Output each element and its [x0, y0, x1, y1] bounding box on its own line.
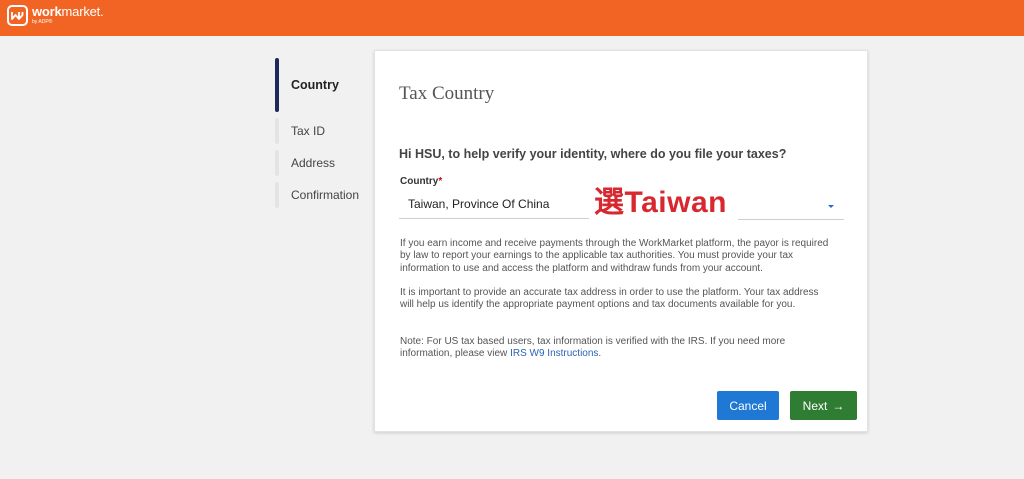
info-paragraph-note: Note: For US tax based users, tax inform… — [400, 336, 835, 361]
logo-word-bold: work — [32, 4, 62, 19]
country-label: Country* — [400, 176, 442, 187]
select-taiwan-annotation: 選Taiwan — [594, 186, 727, 219]
irs-w9-link[interactable]: IRS W9 Instructions — [510, 348, 598, 359]
country-input[interactable]: Taiwan, Province Of China — [399, 189, 589, 219]
step-navigation: Country Tax ID Address Confirmation — [275, 58, 375, 208]
logo-word-thin: market. — [61, 4, 104, 19]
country-label-text: Country — [400, 176, 439, 187]
info-paragraph-address: It is important to provide an accurate t… — [400, 287, 819, 311]
step-address[interactable]: Address — [275, 150, 375, 176]
step-confirmation[interactable]: Confirmation — [275, 182, 375, 208]
caret-down-icon[interactable] — [828, 205, 834, 208]
required-mark: * — [438, 176, 443, 187]
next-button-label: Next — [802, 398, 828, 413]
card-title: Tax Country — [399, 83, 495, 104]
tax-country-card: Tax Country Hi HSU, to help verify your … — [374, 50, 868, 432]
info-paragraph-income: If you earn income and receive payments … — [400, 238, 829, 274]
arrow-right-icon: → — [832, 398, 845, 413]
cancel-button[interactable]: Cancel — [717, 391, 779, 420]
country-dropdown[interactable] — [738, 191, 844, 220]
logo-subtitle: by ADP® — [32, 19, 53, 25]
workmarket-logo[interactable]: workmarket. by ADP® — [7, 5, 104, 26]
step-country[interactable]: Country — [275, 58, 375, 112]
note-end: . — [598, 348, 602, 360]
top-bar: workmarket. by ADP® — [0, 0, 1024, 36]
next-button[interactable]: Next → — [790, 391, 857, 420]
step-tax-id[interactable]: Tax ID — [275, 118, 375, 144]
logo-wordmark: workmarket. by ADP® — [32, 5, 104, 26]
identity-question: Hi HSU, to help verify your identity, wh… — [399, 147, 787, 161]
workmarket-logo-icon — [7, 5, 28, 26]
